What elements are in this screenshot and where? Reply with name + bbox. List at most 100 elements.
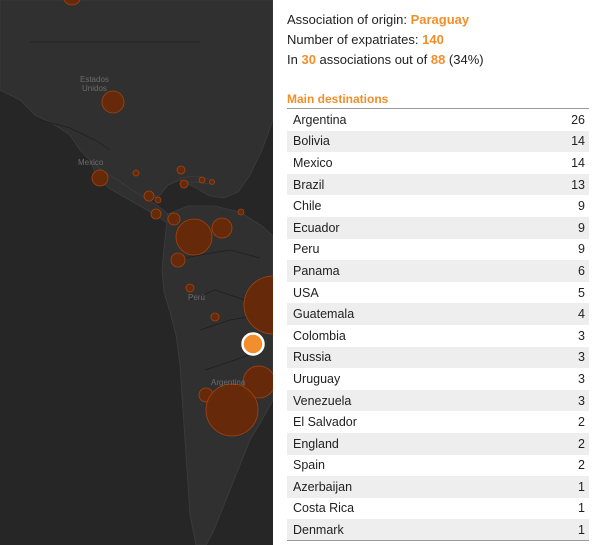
table-row[interactable]: Russia 3 (287, 346, 589, 369)
bubble-caribbean-2[interactable] (198, 176, 206, 184)
bubble-peru[interactable] (210, 312, 220, 322)
bubble-ecuador-large[interactable] (175, 218, 213, 256)
destinations-table: Argentina 26 Bolivia 14 Mexico 14 Brazil 13 … (287, 108, 589, 541)
country-cell: Venezuela (293, 393, 352, 408)
table-row[interactable]: Azerbaijan 1 (287, 476, 589, 498)
bubble-central-1[interactable] (143, 190, 155, 202)
country-cell: El Salvador (293, 415, 357, 430)
origin-value: Paraguay (410, 12, 470, 27)
bubble-venezuela[interactable] (237, 208, 245, 216)
table-row[interactable]: Mexico 14 (287, 152, 589, 174)
map-label-argentina: Argentina (211, 378, 246, 387)
table-row[interactable]: Uruguay 3 (287, 368, 589, 390)
count-cell: 3 (578, 350, 585, 365)
count-cell: 14 (571, 155, 585, 170)
count-cell: 1 (578, 479, 585, 494)
destinations-heading: Main destinations (287, 92, 389, 106)
expatriates-label: Number of expatriates: (287, 32, 423, 47)
table-row[interactable]: Brazil 13 (287, 173, 589, 196)
count-cell: 5 (578, 285, 585, 300)
bubble-mexico[interactable] (91, 169, 109, 187)
selected-origin-marker[interactable] (241, 332, 265, 356)
count-cell: 9 (578, 220, 585, 235)
table-row[interactable]: Denmark 1 (287, 519, 589, 541)
country-cell: Azerbaijan (293, 479, 353, 494)
map-view[interactable]: Estados Unidos Mexico Perú Argentina (0, 0, 273, 545)
count-cell: 3 (578, 328, 585, 343)
table-row[interactable]: Costa Rica 1 (287, 498, 589, 520)
bubble-usa[interactable] (101, 90, 125, 114)
table-row[interactable]: Argentina 26 (287, 109, 589, 131)
bubble-mexico-east[interactable] (132, 169, 140, 177)
bubble-ecuador[interactable] (170, 252, 186, 268)
bubble-caribbean-1[interactable] (179, 179, 189, 189)
bubble-central-3[interactable] (150, 208, 162, 220)
count-cell: 4 (578, 307, 585, 322)
count-cell: 13 (571, 177, 585, 192)
bubble-peru-north[interactable] (185, 283, 195, 293)
table-row[interactable]: Venezuela 3 (287, 389, 589, 412)
table-row[interactable]: Chile 9 (287, 195, 589, 217)
bubble-caribbean-3[interactable] (209, 179, 215, 185)
country-cell: Ecuador (293, 220, 340, 235)
count-cell: 3 (578, 393, 585, 408)
country-cell: Spain (293, 458, 325, 473)
map-label-mexico: Mexico (78, 158, 104, 167)
country-cell: Denmark (293, 522, 344, 537)
table-row[interactable]: USA 5 (287, 282, 589, 304)
country-cell: Guatemala (293, 307, 355, 322)
count-cell: 2 (578, 458, 585, 473)
country-cell: Brazil (293, 177, 325, 192)
country-cell: Costa Rica (293, 501, 355, 516)
count-cell: 14 (571, 134, 585, 149)
country-cell: Bolivia (293, 134, 330, 149)
expatriates-line: Number of expatriates: 140 (287, 32, 444, 47)
table-row[interactable]: Guatemala 4 (287, 303, 589, 325)
assoc-prefix: In (287, 52, 302, 67)
origin-label: Association of origin: (287, 12, 411, 27)
map-label-peru: Perú (188, 293, 205, 302)
expatriates-value: 140 (422, 32, 444, 47)
country-cell: Peru (293, 242, 320, 257)
count-cell: 2 (578, 436, 585, 451)
associations-line: In 30 associations out of 88 (34%) (287, 52, 484, 67)
country-cell: Argentina (293, 112, 347, 127)
count-cell: 6 (578, 263, 585, 278)
country-cell: England (293, 436, 339, 451)
assoc-middle: associations out of (315, 52, 431, 67)
country-cell: Chile (293, 199, 322, 214)
assoc-pct: (34%) (445, 52, 484, 67)
country-cell: USA (293, 285, 319, 300)
country-cell: Uruguay (293, 371, 341, 386)
table-row[interactable]: Bolivia 14 (287, 130, 589, 153)
table-row[interactable]: Peru 9 (287, 239, 589, 261)
count-cell: 9 (578, 199, 585, 214)
landmass (0, 0, 273, 545)
table-row[interactable]: Spain 2 (287, 455, 589, 477)
country-cell: Mexico (293, 155, 333, 170)
table-row[interactable]: Panama 6 (287, 260, 589, 282)
count-cell: 3 (578, 371, 585, 386)
count-cell: 1 (578, 522, 585, 537)
table-row[interactable]: England 2 (287, 432, 589, 455)
assoc-count: 30 (301, 52, 316, 67)
count-cell: 2 (578, 415, 585, 430)
map-canvas[interactable] (0, 0, 273, 545)
country-cell: Russia (293, 350, 332, 365)
table-row[interactable]: Ecuador 9 (287, 216, 589, 239)
table-row[interactable]: El Salvador 2 (287, 411, 589, 433)
country-cell: Panama (293, 263, 340, 278)
origin-line: Association of origin: Paraguay (287, 12, 469, 27)
count-cell: 1 (578, 501, 585, 516)
bubble-argentina[interactable] (205, 383, 259, 437)
bubble-costa-rica[interactable] (167, 212, 181, 226)
count-cell: 26 (571, 112, 585, 127)
table-row[interactable]: Colombia 3 (287, 325, 589, 347)
assoc-total: 88 (430, 52, 446, 67)
bubble-colombia[interactable] (211, 217, 233, 239)
details-panel: Association of origin: Paraguay Number o… (273, 0, 600, 545)
bubble-gulf[interactable] (176, 165, 186, 175)
country-cell: Colombia (293, 328, 346, 343)
bubble-central-2[interactable] (154, 196, 162, 204)
map-label-usa: Estados Unidos (80, 75, 109, 93)
